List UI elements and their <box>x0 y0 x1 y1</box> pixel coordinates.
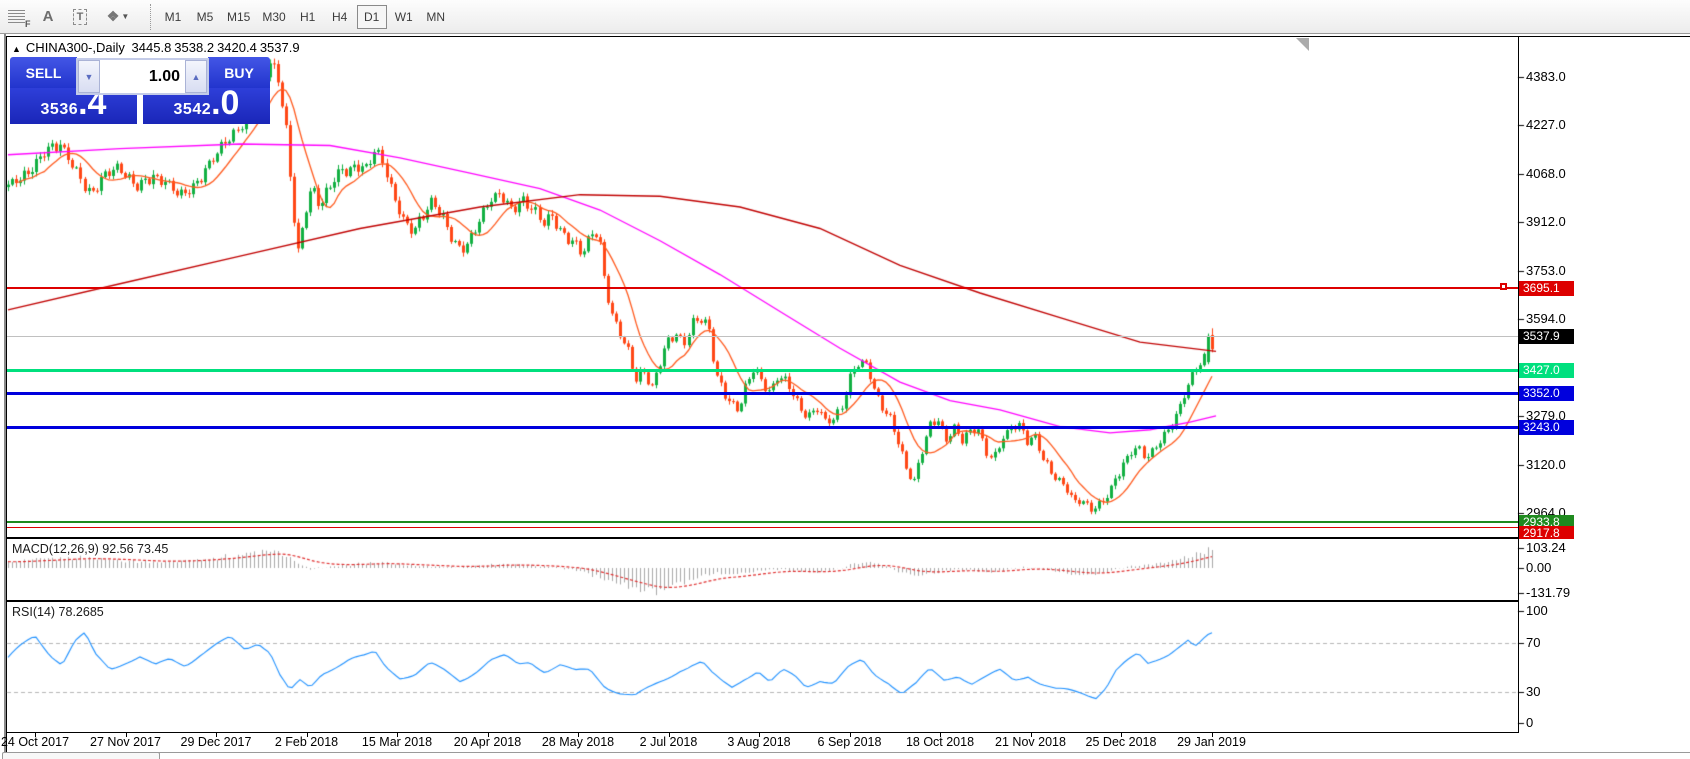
date-tick <box>307 733 308 737</box>
price-badge-area: 3695.13537.93427.03352.03243.02933.82917… <box>1519 36 1690 539</box>
ohlc-open: 3445.8 <box>132 40 172 55</box>
date-tick <box>1212 733 1213 737</box>
level-line-3695.1[interactable] <box>7 287 1518 289</box>
level-line-2933.8[interactable] <box>7 521 1518 523</box>
date-label-8: 3 Aug 2018 <box>714 735 804 749</box>
date-tick <box>669 733 670 737</box>
date-tick <box>488 733 489 737</box>
ohlc-close: 3537.9 <box>260 40 300 55</box>
price-badge-3352.0: 3352.0 <box>1519 386 1574 401</box>
date-label-11: 21 Nov 2018 <box>986 735 1076 749</box>
macd-scale-103.24: 103.24 <box>1526 540 1596 556</box>
one-click-trade-panel: SELL BUY 3536.4 3542.0 ▼ ▲ <box>10 57 270 124</box>
rsi-scale-100: 100 <box>1526 603 1596 619</box>
date-tick <box>216 733 217 737</box>
price-badge-2917.8: 2917.8 <box>1519 526 1574 539</box>
volume-stepper: ▼ ▲ <box>76 58 209 95</box>
date-label-6: 28 May 2018 <box>533 735 623 749</box>
trading-terminal: F A T ❖ ▼ M1M5M15M30H1H4D1W1MN ▲CHINA300… <box>0 0 1690 759</box>
macd-label: MACD(12,26,9) 92.56 73.45 <box>12 542 168 556</box>
date-label-0: 24 Oct 2017 <box>0 735 80 749</box>
price-badge-3427.0: 3427.0 <box>1519 363 1574 378</box>
level-line-handle[interactable] <box>1500 283 1507 290</box>
date-tick <box>397 733 398 737</box>
date-label-10: 18 Oct 2018 <box>895 735 985 749</box>
date-tick <box>1031 733 1032 737</box>
rsi-scale-0: 0 <box>1526 715 1596 731</box>
level-line-3243.0[interactable] <box>7 426 1518 429</box>
level-line-3352.0[interactable] <box>7 392 1518 395</box>
date-label-13: 29 Jan 2019 <box>1167 735 1257 749</box>
ohlc-high: 3538.2 <box>174 40 214 55</box>
date-tick <box>940 733 941 737</box>
price-badge-3695.1: 3695.1 <box>1519 281 1574 296</box>
macd-scale--131.79: -131.79 <box>1526 585 1596 601</box>
date-label-7: 2 Jul 2018 <box>624 735 714 749</box>
rsi-scale-30: 30 <box>1526 684 1596 700</box>
sell-price-main: 3536 <box>41 101 79 119</box>
tab-bar <box>6 752 1690 753</box>
date-label-4: 15 Mar 2018 <box>352 735 442 749</box>
volume-increase-button[interactable]: ▲ <box>185 60 207 93</box>
date-label-2: 29 Dec 2017 <box>171 735 261 749</box>
buy-price-fraction: .0 <box>211 88 239 118</box>
date-tick <box>759 733 760 737</box>
symbol-name: CHINA300-,Daily <box>26 40 125 55</box>
date-tick <box>578 733 579 737</box>
date-label-5: 20 Apr 2018 <box>443 735 533 749</box>
level-line-2917.8[interactable] <box>7 527 1518 528</box>
chart-tab-partial[interactable] <box>2 752 160 759</box>
chart-title: ▲ CHINA300-,Daily 3445.83538.23420.43537.… <box>12 40 303 55</box>
volume-input[interactable] <box>100 60 185 93</box>
ohlc-low: 3420.4 <box>217 40 257 55</box>
rsi-scale-70: 70 <box>1526 635 1596 651</box>
date-tick <box>850 733 851 737</box>
rsi-label: RSI(14) 78.2685 <box>12 605 104 619</box>
level-line-3537.9[interactable] <box>7 336 1518 337</box>
date-label-1: 27 Nov 2017 <box>81 735 171 749</box>
macd-scale-0.00: 0.00 <box>1526 560 1596 576</box>
date-label-3: 2 Feb 2018 <box>262 735 352 749</box>
symbol-arrow-icon: ▲ <box>12 44 21 54</box>
price-badge-3243.0: 3243.0 <box>1519 420 1574 435</box>
sell-button[interactable]: SELL <box>10 57 77 89</box>
date-tick <box>35 733 36 737</box>
volume-decrease-button[interactable]: ▼ <box>78 60 100 93</box>
buy-price-main: 3542 <box>174 101 212 119</box>
date-label-9: 6 Sep 2018 <box>805 735 895 749</box>
date-tick <box>126 733 127 737</box>
chart-shift-marker[interactable] <box>1296 38 1309 51</box>
date-label-12: 25 Dec 2018 <box>1076 735 1166 749</box>
price-badge-3537.9: 3537.9 <box>1519 329 1574 344</box>
level-line-3427.0[interactable] <box>7 369 1518 372</box>
date-tick <box>1121 733 1122 737</box>
